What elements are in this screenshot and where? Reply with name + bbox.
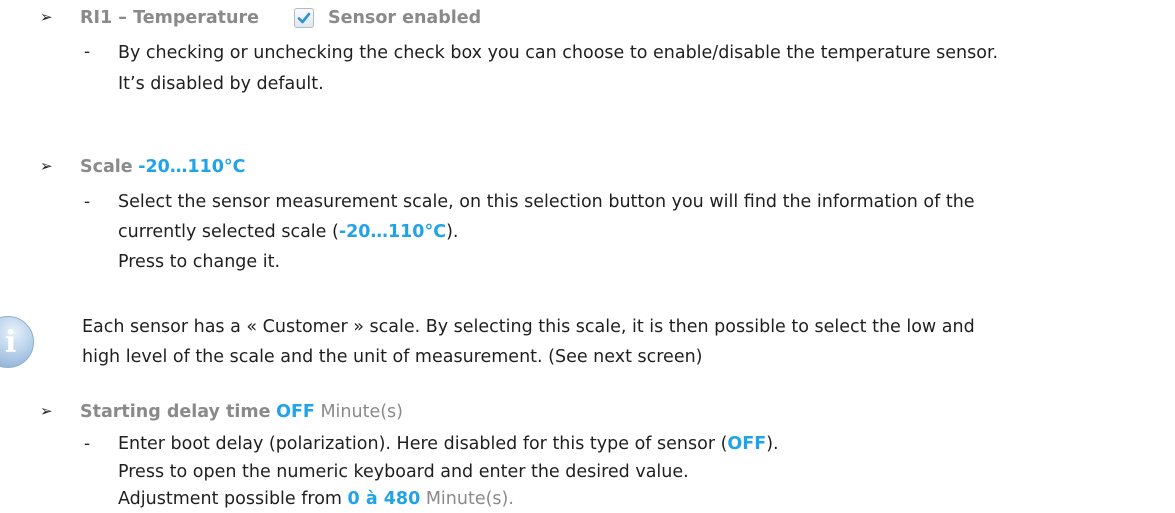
ri1-description-line1: By checking or unchecking the check box … — [118, 43, 999, 63]
delay-line1-suffix: ). — [766, 434, 779, 454]
delay-line3-prefix: Adjustment possible from — [118, 489, 348, 509]
scale-description-line3: Press to change it. — [118, 252, 281, 272]
scale-description-line1: Select the sensor measurement scale, on … — [118, 192, 975, 212]
delay-line1-value: OFF — [727, 434, 767, 454]
dash-marker: - — [84, 434, 91, 454]
scale-heading: Scale -20…110°C — [80, 154, 245, 180]
scale-line2-value: -20…110°C — [338, 222, 447, 242]
delay-range-value: 0 à 480 — [347, 489, 421, 509]
scale-line2-prefix: currently selected scale ( — [118, 222, 339, 242]
delay-value: OFF — [276, 402, 315, 422]
bullet-arrow: ➢ — [40, 8, 53, 26]
info-icon: i — [0, 316, 34, 368]
bullet-arrow: ➢ — [40, 157, 53, 175]
delay-description-line1: Enter boot delay (polarization). Here di… — [118, 431, 779, 457]
ri1-description-line2: It’s disabled by default. — [118, 74, 324, 94]
scale-value: -20…110°C — [138, 157, 246, 177]
delay-line1-prefix: Enter boot delay (polarization). Here di… — [118, 434, 728, 454]
delay-heading: Starting delay time OFF Minute(s) — [80, 399, 403, 425]
delay-title: Starting delay time — [80, 402, 271, 422]
delay-description-line2: Press to open the numeric keyboard and e… — [118, 462, 689, 482]
bullet-arrow: ➢ — [40, 402, 53, 420]
note-line2: high level of the scale and the unit of … — [82, 347, 703, 367]
sensor-enabled-label: Sensor enabled — [328, 8, 482, 28]
delay-description-line3: Adjustment possible from 0 à 480 Minute(… — [118, 486, 514, 512]
ri1-temperature-title: RI1 – Temperature — [80, 8, 259, 28]
sensor-enabled-checkbox[interactable] — [294, 8, 314, 28]
checkmark-icon — [297, 12, 311, 24]
dash-marker: - — [84, 42, 91, 62]
delay-unit: Minute(s) — [320, 402, 403, 422]
dash-marker: - — [84, 192, 91, 212]
scale-title: Scale — [80, 157, 133, 177]
scale-description-line2: currently selected scale (-20…110°C). — [118, 219, 458, 245]
note-line1: Each sensor has a « Customer » scale. By… — [82, 317, 975, 337]
scale-line2-suffix: ). — [446, 222, 459, 242]
delay-range-unit: Minute(s). — [425, 489, 514, 509]
